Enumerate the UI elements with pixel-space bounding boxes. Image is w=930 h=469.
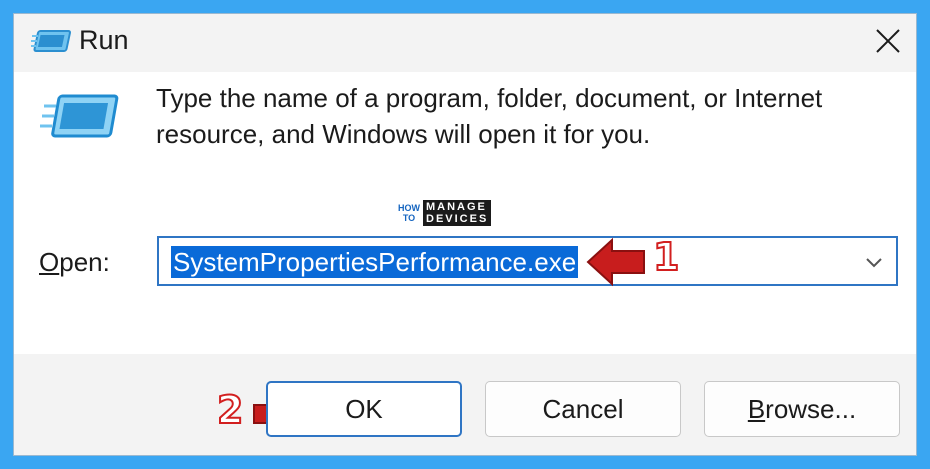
watermark-small: HOW TO [398,203,420,223]
cancel-button[interactable]: Cancel [485,381,681,437]
browse-button[interactable]: Browse... [704,381,900,437]
description-line-2: resource, and Windows will open it for y… [156,119,651,149]
annotation-step-2: 2 [216,387,244,433]
ok-button[interactable]: OK [266,381,462,437]
open-label: Open: [39,247,110,278]
browse-label: rowse... [765,393,857,424]
annotation-step-1: 1 [652,234,680,280]
run-dialog: Run Type the name of a program, folder, … [13,13,917,456]
dialog-description: Type the name of a program, folder, docu… [156,80,896,152]
open-input[interactable]: SystemPropertiesPerformance.exe [171,246,579,278]
description-line-1: Type the name of a program, folder, docu… [156,83,823,113]
open-combobox[interactable]: SystemPropertiesPerformance.exe [157,236,898,286]
watermark-logo: HOW TO MANAGE DEVICES [398,196,492,230]
close-icon [876,29,900,53]
watermark-devices: DEVICES [426,213,489,225]
chevron-down-icon[interactable] [862,250,886,274]
title-bar: Run [14,14,916,72]
watermark-to: TO [402,213,416,223]
annotation-arrow-left-icon [586,237,645,287]
open-label-accel: O [39,247,60,277]
run-icon [40,94,119,138]
open-label-text: pen: [59,247,110,277]
window-title: Run [79,25,129,55]
watermark-big: MANAGE DEVICES [423,200,492,226]
watermark-how: HOW [398,203,420,213]
run-icon [31,30,72,52]
watermark-manage: MANAGE [426,201,487,213]
close-button[interactable] [860,14,916,68]
browse-accel: B [747,393,766,424]
